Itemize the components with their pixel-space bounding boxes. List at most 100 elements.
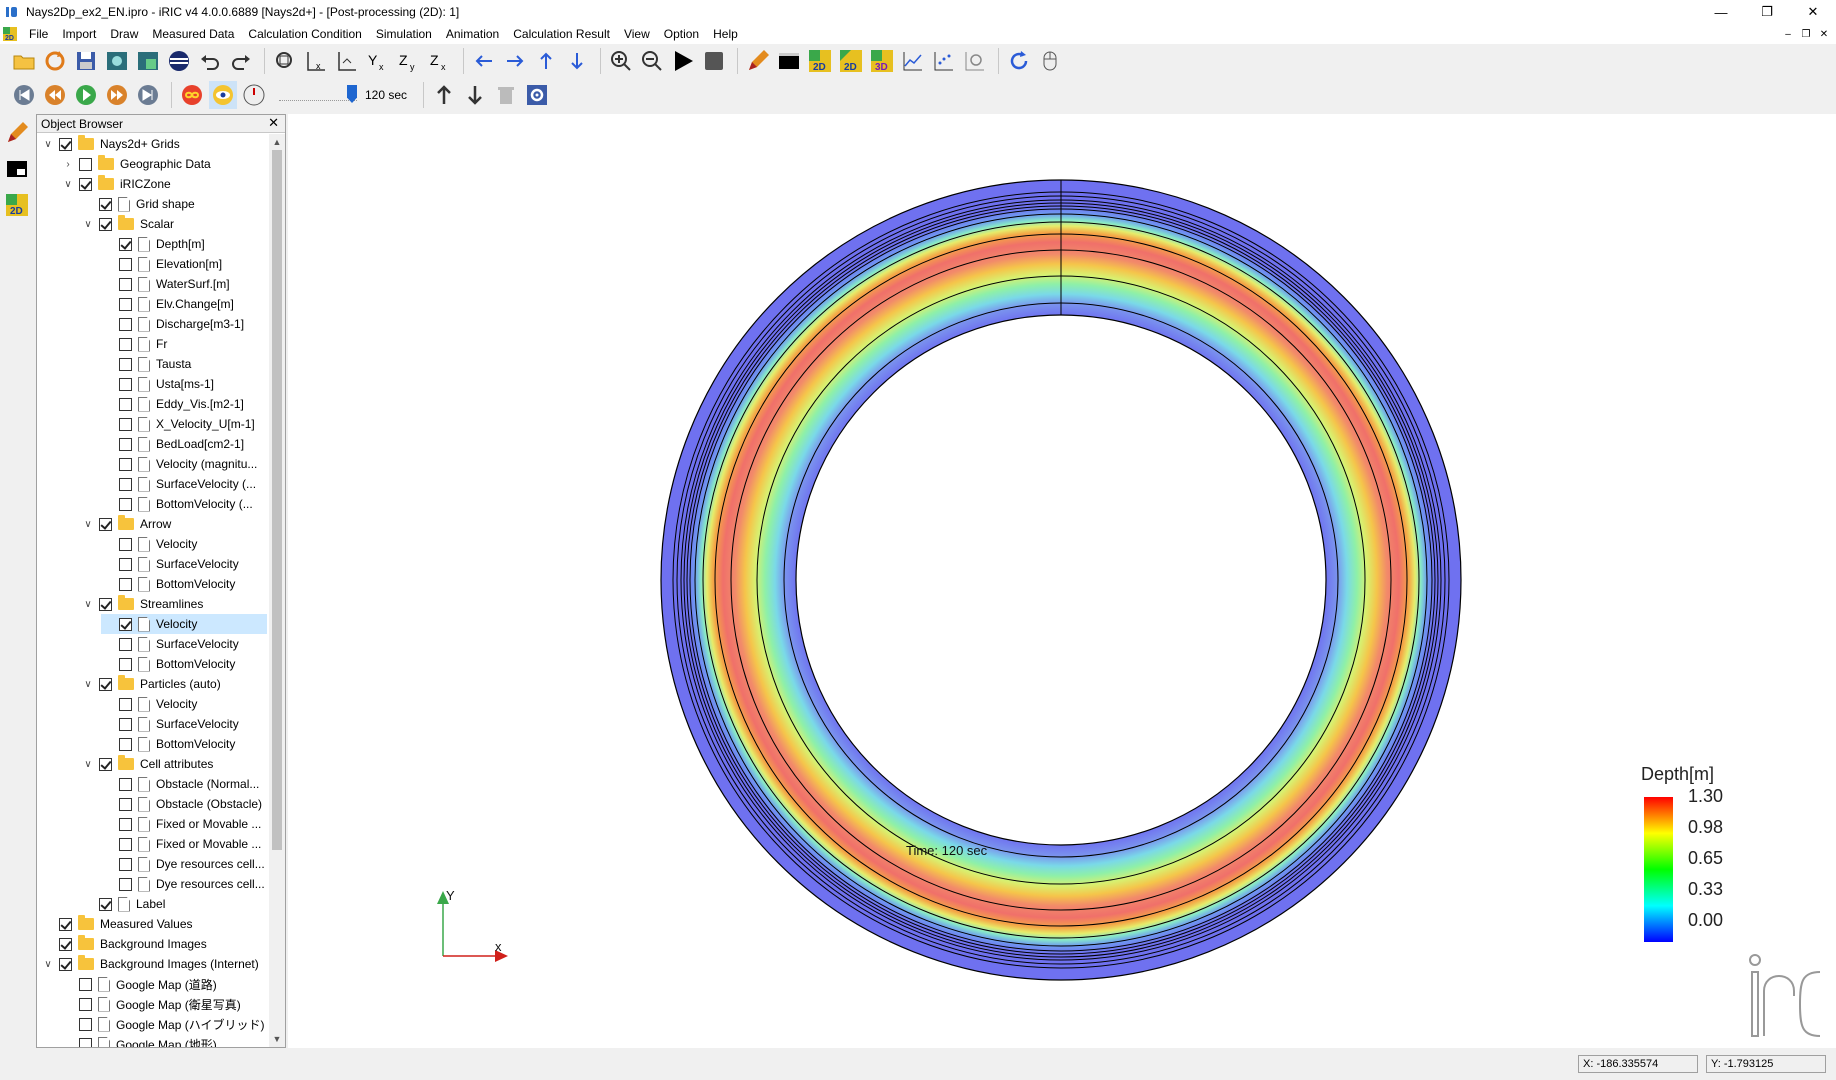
menu-view[interactable]: View — [617, 24, 657, 44]
tree-checkbox[interactable] — [119, 557, 132, 571]
chevron-down-icon[interactable]: ∨ — [41, 957, 55, 971]
step-forward-icon[interactable] — [103, 81, 131, 109]
tree-item[interactable]: ∨ Streamlines — [81, 594, 203, 614]
tree-item[interactable]: SurfaceVelocity — [101, 634, 239, 654]
tree-item[interactable]: Fr — [101, 334, 167, 354]
snapshot-icon[interactable] — [103, 47, 131, 75]
tree-checkbox[interactable] — [119, 617, 132, 631]
stop-icon[interactable] — [700, 47, 728, 75]
tree-item[interactable]: SurfaceVelocity — [101, 714, 239, 734]
tree-checkbox[interactable] — [119, 357, 132, 371]
chevron-down-icon[interactable]: ∨ — [61, 177, 75, 191]
new-2d-bird-eye-window-icon[interactable]: 2D — [837, 47, 865, 75]
move-down-icon[interactable] — [461, 81, 489, 109]
tree-checkbox[interactable] — [119, 337, 132, 351]
tree-item[interactable]: Google Map (道路) — [61, 974, 217, 994]
tree-item[interactable]: Velocity — [101, 694, 197, 714]
tree-item[interactable]: ∨ iRICZone — [61, 174, 171, 194]
clock-icon[interactable] — [240, 81, 268, 109]
scattered-chart-icon[interactable] — [930, 47, 958, 75]
tree-item[interactable]: Obstacle (Obstacle) — [101, 794, 262, 814]
move-up-icon[interactable] — [430, 81, 458, 109]
tree-checkbox[interactable] — [119, 817, 132, 831]
zoom-in-icon[interactable] — [607, 47, 635, 75]
tree-item[interactable]: BedLoad[cm2-1] — [101, 434, 244, 454]
save-icon[interactable] — [72, 47, 100, 75]
tree-checkbox[interactable] — [59, 137, 72, 151]
pencil-icon[interactable] — [744, 47, 772, 75]
tree-checkbox[interactable] — [99, 597, 112, 611]
z-axis-y-icon[interactable]: Zy — [395, 47, 423, 75]
menu-simulation[interactable]: Simulation — [369, 24, 439, 44]
tree-checkbox[interactable] — [99, 677, 112, 691]
tree-checkbox[interactable] — [99, 217, 112, 231]
tree-checkbox[interactable] — [99, 517, 112, 531]
close-button[interactable]: ✕ — [1790, 0, 1836, 24]
tree-checkbox[interactable] — [119, 457, 132, 471]
delete-icon[interactable] — [492, 81, 520, 109]
tree-item[interactable]: Fixed or Movable ... — [101, 834, 261, 854]
skip-to-first-icon[interactable] — [10, 81, 38, 109]
time-slider[interactable] — [277, 85, 359, 105]
follow-icon[interactable] — [209, 81, 237, 109]
edit-pencil-icon[interactable] — [4, 120, 30, 146]
menu-animation[interactable]: Animation — [439, 24, 506, 44]
tree-item[interactable]: Dye resources cell... — [101, 854, 265, 874]
tree-item[interactable]: Velocity (magnitu... — [101, 454, 257, 474]
y-axis-icon[interactable]: Yx — [364, 47, 392, 75]
reload-icon[interactable] — [41, 47, 69, 75]
x-axis-icon[interactable]: x — [302, 47, 330, 75]
open-folder-icon[interactable] — [10, 47, 38, 75]
menu-help[interactable]: Help — [706, 24, 745, 44]
tree-item[interactable]: Velocity — [101, 534, 197, 554]
x-axis-reverse-icon[interactable] — [333, 47, 361, 75]
menu-draw[interactable]: Draw — [103, 24, 145, 44]
tree-item[interactable]: BottomVelocity (... — [101, 494, 253, 514]
graph-window-icon[interactable] — [899, 47, 927, 75]
maximize-button[interactable]: ❐ — [1744, 0, 1790, 24]
tree-checkbox[interactable] — [79, 977, 92, 991]
scrollbar-thumb[interactable] — [272, 150, 282, 850]
new-3d-window-icon[interactable]: 3D — [868, 47, 896, 75]
dialog-icon[interactable] — [4, 156, 30, 182]
tree-checkbox[interactable] — [119, 497, 132, 511]
new-2d-window-icon[interactable]: 2D — [806, 47, 834, 75]
loop-icon[interactable] — [178, 81, 206, 109]
chevron-down-icon[interactable]: ∨ — [81, 757, 95, 771]
tree-checkbox[interactable] — [119, 437, 132, 451]
tree-item[interactable]: Obstacle (Normal... — [101, 774, 259, 794]
redo-icon[interactable] — [227, 47, 255, 75]
tree-checkbox[interactable] — [119, 857, 132, 871]
tree-item[interactable]: ∨ Cell attributes — [81, 754, 213, 774]
tree-item[interactable]: X_Velocity_U[m-1] — [101, 414, 255, 434]
tree-item[interactable]: ∨ Arrow — [81, 514, 171, 534]
tree-item[interactable]: Measured Values — [41, 914, 193, 934]
tree-checkbox[interactable] — [119, 697, 132, 711]
zoom-region-icon[interactable] — [961, 47, 989, 75]
scroll-up-icon[interactable]: ▲ — [269, 134, 285, 150]
chevron-down-icon[interactable]: ∨ — [81, 217, 95, 231]
tree-item[interactable]: Google Map (衛星写真) — [61, 994, 241, 1014]
continuous-snapshot-icon[interactable] — [134, 47, 162, 75]
map-data-icon[interactable]: 2D — [4, 192, 30, 218]
tree-item[interactable]: Tausta — [101, 354, 191, 374]
tree-item[interactable]: Background Images — [41, 934, 207, 954]
tree-checkbox[interactable] — [119, 277, 132, 291]
tree-scrollbar[interactable]: ▲ ▼ — [269, 134, 285, 1047]
menu-import[interactable]: Import — [55, 24, 103, 44]
tree-item[interactable]: Label — [81, 894, 165, 914]
tree-checkbox[interactable] — [119, 317, 132, 331]
tree-item[interactable]: Eddy_Vis.[m2-1] — [101, 394, 244, 414]
tree-item[interactable]: ∨ Particles (auto) — [81, 674, 221, 694]
tree-checkbox[interactable] — [119, 797, 132, 811]
tree-checkbox[interactable] — [79, 1017, 92, 1031]
tree-checkbox[interactable] — [119, 257, 132, 271]
play-icon[interactable] — [72, 81, 100, 109]
tree-checkbox[interactable] — [119, 637, 132, 651]
tree-checkbox[interactable] — [119, 877, 132, 891]
tree-checkbox[interactable] — [119, 417, 132, 431]
tree-item[interactable]: SurfaceVelocity (... — [101, 474, 256, 494]
tree-item[interactable]: › Geographic Data — [61, 154, 211, 174]
tree-checkbox[interactable] — [119, 237, 132, 251]
tree-checkbox[interactable] — [119, 837, 132, 851]
